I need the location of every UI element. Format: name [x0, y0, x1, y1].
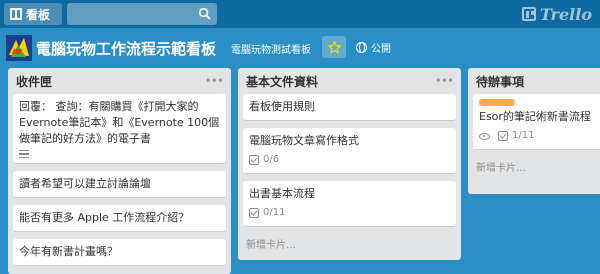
list-todo[interactable]: 待辦事項 Esor的筆記術新書流程 1/11 新增卡片… — [468, 68, 600, 194]
list-title[interactable]: 收件匣 — [16, 73, 52, 90]
checklist-icon — [249, 208, 259, 218]
trello-logo[interactable]: Trello — [521, 4, 592, 24]
description-icon — [19, 150, 29, 158]
list-card[interactable]: Esor的筆記術新書流程 1/11 — [473, 94, 600, 150]
card-title: 看板使用規則 — [249, 100, 315, 113]
more-icon[interactable]: ••• — [435, 74, 454, 88]
list-basic-docs[interactable]: 基本文件資料 ••• 看板使用規則 電腦玩物文章寫作格式 0/6 出書基本流程 … — [238, 68, 461, 260]
card-title: Esor的筆記術新書流程 — [479, 110, 591, 123]
checklist-count: 1/11 — [512, 130, 535, 141]
search-input[interactable] — [67, 3, 217, 25]
add-card-button[interactable]: 新增卡片… — [473, 157, 600, 176]
list-card[interactable]: 回覆： 查詢：有關購買《打開大家的Evernote筆記本》和《Evernote … — [13, 94, 226, 164]
checklist-icon — [498, 131, 508, 141]
visibility-button[interactable]: 公開 — [356, 40, 391, 55]
card-label — [479, 99, 515, 106]
star-button[interactable] — [322, 36, 346, 58]
globe-icon — [356, 42, 367, 53]
list-inbox[interactable]: 收件匣 ••• 回覆： 查詢：有關購買《打開大家的Evernote筆記本》和《E… — [8, 68, 231, 274]
list-title[interactable]: 待辦事項 — [476, 73, 524, 90]
trello-logo-text: Trello — [539, 4, 592, 24]
visibility-label: 公開 — [371, 44, 391, 55]
trello-logo-icon — [521, 7, 536, 21]
board-organization[interactable]: 電腦玩物測試看板 — [231, 41, 311, 56]
list-card[interactable]: 讀者希望可以建立討論論壇 — [13, 171, 226, 198]
more-icon[interactable]: ••• — [205, 74, 224, 88]
search-icon[interactable] — [198, 7, 211, 20]
checklist-count: 0/6 — [263, 154, 280, 165]
add-card-button[interactable]: 新增卡片… — [243, 234, 456, 253]
board-avatar-icon — [6, 35, 32, 61]
list-card[interactable]: 出書基本流程 0/11 — [243, 181, 456, 227]
list-header: 待辦事項 — [473, 68, 600, 94]
list-header: 基本文件資料 ••• — [243, 68, 456, 94]
card-title: 回覆： 查詢：有關購買《打開大家的Evernote筆記本》和《Evernote … — [19, 100, 220, 145]
list-header: 收件匣 ••• — [13, 68, 226, 94]
checklist-count: 0/11 — [263, 207, 286, 218]
boards-label: 看板 — [26, 7, 51, 22]
top-header: 看板 Trello — [0, 0, 600, 28]
checklist-icon — [249, 155, 259, 165]
card-title: 讀者希望可以建立討論論壇 — [19, 177, 151, 190]
card-title: 能否有更多 Apple 工作流程介紹？ — [19, 211, 190, 224]
list-card[interactable]: 能否有更多 Apple 工作流程介紹？ — [13, 205, 226, 232]
card-title: 今年有新書計畫嗎？ — [19, 245, 118, 258]
list-card[interactable]: 今年有新書計畫嗎？ — [13, 239, 226, 266]
card-badges: 1/11 — [479, 128, 597, 144]
boards-button[interactable]: 看板 — [4, 3, 62, 25]
list-title[interactable]: 基本文件資料 — [246, 73, 318, 90]
list-card[interactable]: 看板使用規則 — [243, 94, 456, 121]
card-title: 電腦玩物文章寫作格式 — [249, 134, 359, 147]
board-title[interactable]: 電腦玩物工作流程示範看板 — [36, 38, 216, 59]
list-card[interactable]: 電腦玩物文章寫作格式 0/6 — [243, 128, 456, 174]
card-title: 出書基本流程 — [249, 187, 315, 200]
search-box[interactable] — [67, 3, 217, 25]
star-icon — [327, 40, 341, 54]
card-badges: 0/6 — [249, 152, 450, 168]
eye-icon — [479, 132, 490, 140]
boards-icon — [10, 8, 22, 20]
card-badges: 0/11 — [249, 205, 450, 221]
board-header: 電腦玩物工作流程示範看板 電腦玩物測試看板 公開 — [0, 28, 600, 68]
